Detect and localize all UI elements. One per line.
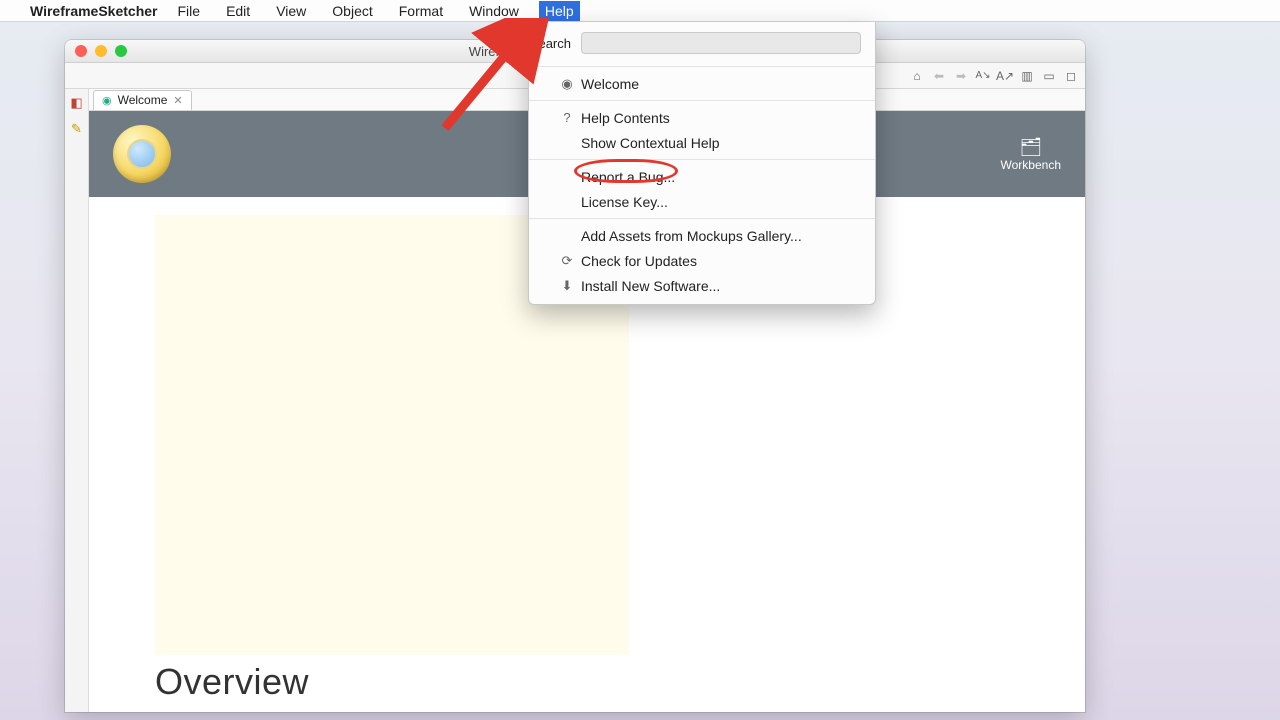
menu-separator	[529, 159, 875, 160]
menu-help[interactable]: Help	[539, 1, 580, 21]
font-increase-icon[interactable]: A↗	[997, 68, 1013, 84]
font-decrease-icon[interactable]: A↘	[975, 68, 991, 84]
menu-help-contents[interactable]: ? Help Contents	[529, 105, 875, 130]
page-title: Overview	[155, 661, 1019, 703]
menu-separator	[529, 66, 875, 67]
welcome-icon: ◉	[559, 76, 575, 92]
outline-icon[interactable]: ✎	[71, 121, 82, 137]
forward-icon[interactable]: ➡	[953, 68, 969, 84]
help-dropdown: Search ◉ Welcome ? Help Contents Show Co…	[528, 22, 876, 305]
help-icon: ?	[559, 110, 575, 125]
back-icon[interactable]: ⬅	[931, 68, 947, 84]
menu-license-key[interactable]: License Key...	[529, 189, 875, 214]
globe-icon	[113, 125, 171, 183]
left-toolbar: ◧ ✎	[65, 89, 89, 712]
workbench-link[interactable]: 🗂 Workbench	[1001, 137, 1061, 172]
workbench-label: Workbench	[1001, 158, 1061, 172]
welcome-tab-icon: ◉	[102, 94, 112, 107]
search-label: Search	[529, 36, 581, 51]
menu-window[interactable]: Window	[463, 1, 525, 21]
panel-icon[interactable]: ▥	[1019, 68, 1035, 84]
menu-welcome[interactable]: ◉ Welcome	[529, 71, 875, 96]
menu-contextual-help[interactable]: Show Contextual Help	[529, 130, 875, 155]
app-name[interactable]: WireframeSketcher	[30, 3, 158, 19]
tab-label: Welcome	[118, 93, 168, 107]
menu-separator	[529, 218, 875, 219]
menu-report-bug[interactable]: Report a Bug...	[529, 164, 875, 189]
menu-check-updates[interactable]: ⟳ Check for Updates	[529, 248, 875, 273]
menu-edit[interactable]: Edit	[220, 1, 256, 21]
menu-add-assets[interactable]: Add Assets from Mockups Gallery...	[529, 223, 875, 248]
maximize-view-icon[interactable]: ◻	[1063, 68, 1079, 84]
help-search-row: Search	[529, 22, 875, 62]
close-tab-icon[interactable]: ✕	[173, 94, 182, 107]
menu-format[interactable]: Format	[393, 1, 449, 21]
tab-welcome[interactable]: ◉ Welcome ✕	[93, 90, 192, 110]
menu-separator	[529, 100, 875, 101]
menu-install-software[interactable]: ⬇ Install New Software...	[529, 273, 875, 298]
help-search-input[interactable]	[581, 32, 861, 54]
minimize-view-icon[interactable]: ▭	[1041, 68, 1057, 84]
menubar: WireframeSketcher File Edit View Object …	[0, 0, 1280, 22]
updates-icon: ⟳	[559, 253, 575, 269]
workbench-icon: 🗂	[1001, 137, 1061, 158]
menu-file[interactable]: File	[172, 1, 207, 21]
perspective-icon[interactable]: ◧	[70, 95, 82, 111]
menu-view[interactable]: View	[270, 1, 312, 21]
home-icon[interactable]: ⌂	[909, 68, 925, 84]
menu-object[interactable]: Object	[326, 1, 378, 21]
install-icon: ⬇	[559, 278, 575, 294]
